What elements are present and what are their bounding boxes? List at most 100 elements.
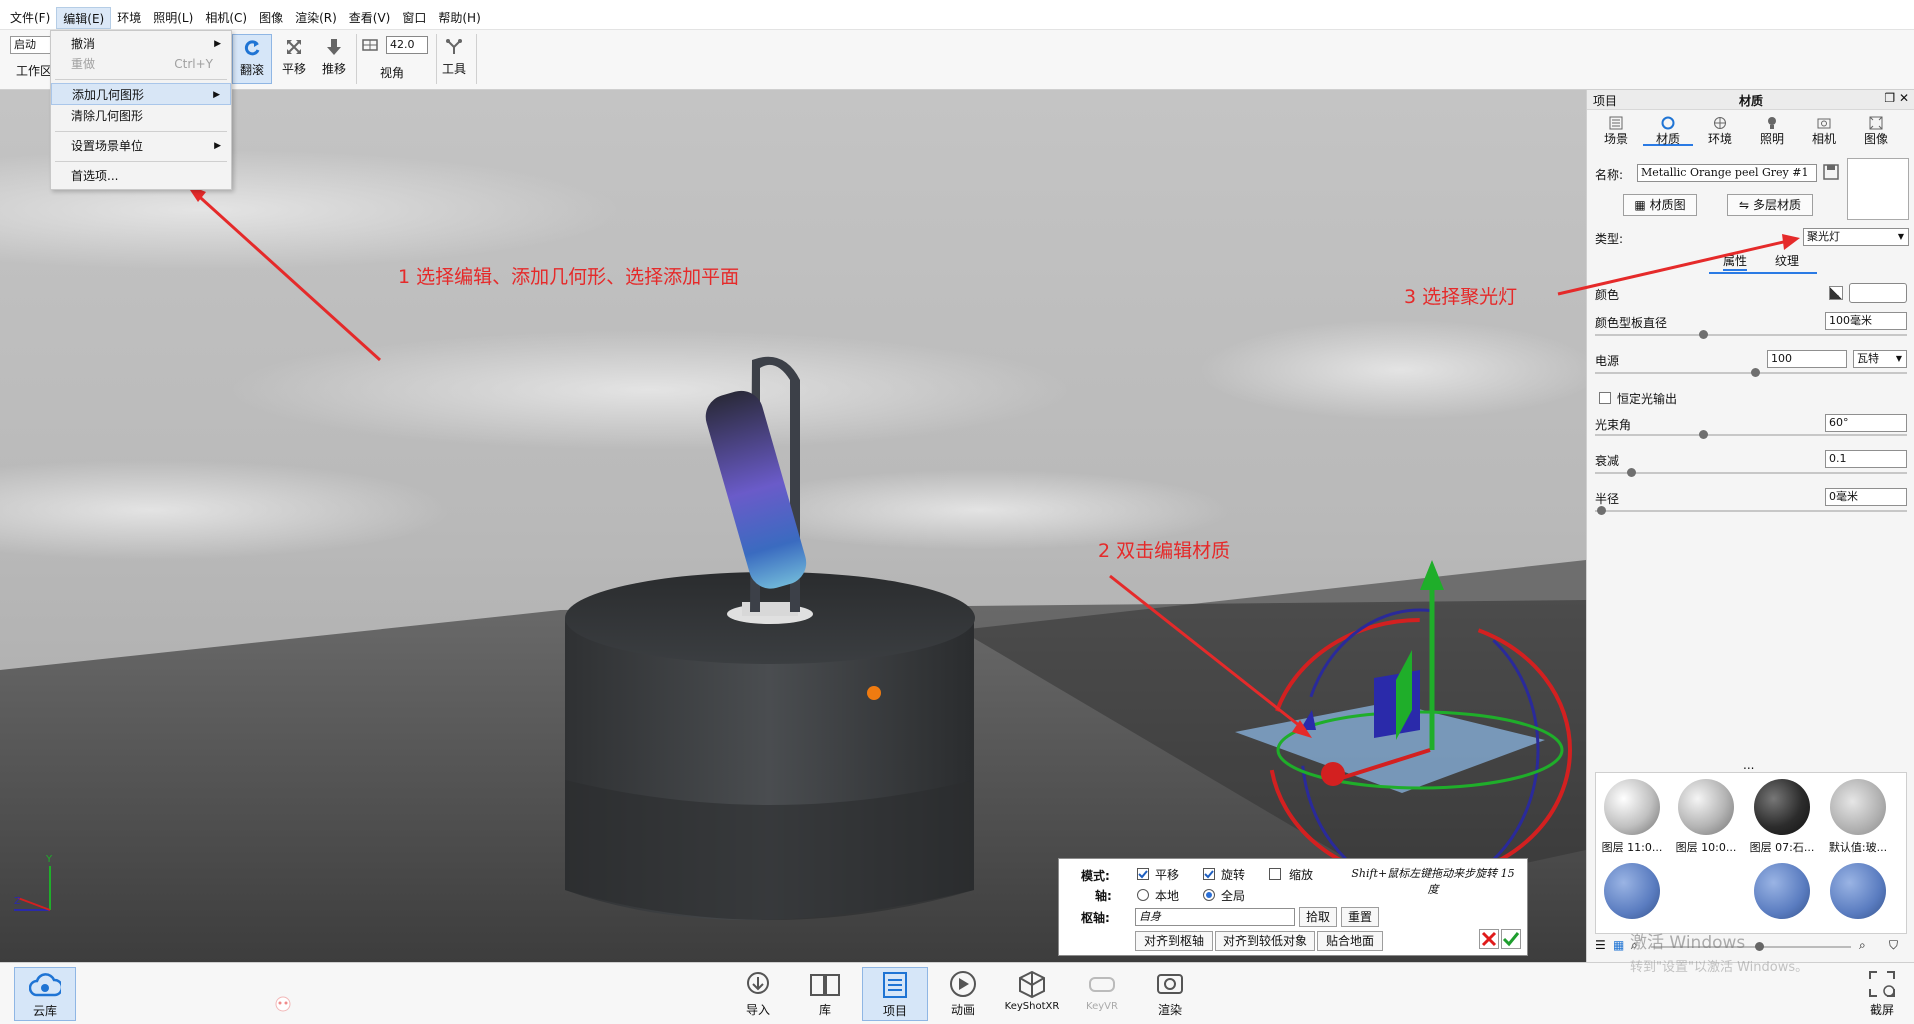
menu-window[interactable]: 窗口 bbox=[396, 7, 432, 29]
animation-button[interactable]: 动画 bbox=[938, 967, 988, 1021]
menu-scene-units[interactable]: 设置场景单位 ▶ bbox=[51, 135, 231, 157]
beam-angle-field[interactable]: 60° bbox=[1825, 414, 1907, 432]
3d-viewport[interactable]: Y Z bbox=[0, 90, 1586, 962]
cancel-button[interactable] bbox=[1479, 929, 1499, 949]
material-thumb[interactable] bbox=[1604, 863, 1660, 919]
power-field[interactable]: 100 bbox=[1767, 350, 1847, 368]
color-swatch[interactable] bbox=[1849, 283, 1907, 303]
rotate-checkbox[interactable] bbox=[1203, 868, 1215, 880]
align-pivot-button[interactable]: 对齐到枢轴 bbox=[1135, 931, 1213, 951]
menu-edit[interactable]: 编辑(E) bbox=[56, 6, 112, 29]
swatch-diameter-knob[interactable] bbox=[1699, 330, 1708, 339]
menu-render[interactable]: 渲染(R) bbox=[289, 7, 343, 29]
beam-angle-knob[interactable] bbox=[1699, 430, 1708, 439]
radius-knob[interactable] bbox=[1597, 506, 1606, 515]
power-knob[interactable] bbox=[1751, 368, 1760, 377]
menu-undo[interactable]: 撤消 ▶ bbox=[51, 33, 231, 55]
more-dots[interactable]: ... bbox=[1743, 758, 1754, 772]
global-radio[interactable] bbox=[1203, 889, 1215, 901]
tab-lighting[interactable]: 照明 bbox=[1747, 112, 1797, 146]
material-thumb[interactable] bbox=[1678, 779, 1734, 835]
menu-view[interactable]: 查看(V) bbox=[343, 7, 397, 29]
menu-image[interactable]: 图像 bbox=[253, 7, 289, 29]
menu-environment[interactable]: 环境 bbox=[111, 7, 147, 29]
grid-view-icon[interactable]: ▦ bbox=[1613, 938, 1624, 952]
tab-environment[interactable]: 环境 bbox=[1695, 112, 1745, 146]
pet-icon bbox=[272, 991, 294, 1013]
fov-input[interactable]: 42.0 bbox=[386, 36, 428, 54]
project-button[interactable]: 项目 bbox=[862, 967, 928, 1021]
cloud-library-button[interactable]: 云库 bbox=[14, 967, 76, 1021]
menubar: 文件(F) 编辑(E) 环境 照明(L) 相机(C) 图像 渲染(R) 查看(V… bbox=[0, 6, 1914, 30]
beam-angle-slider[interactable] bbox=[1595, 434, 1907, 436]
pick-button[interactable]: 拾取 bbox=[1299, 907, 1337, 927]
swatch-diameter-slider[interactable] bbox=[1595, 334, 1907, 336]
falloff-slider[interactable] bbox=[1595, 472, 1907, 474]
dolly-button[interactable]: 推移 bbox=[314, 34, 354, 84]
confirm-button[interactable] bbox=[1501, 929, 1521, 949]
import-button[interactable]: 导入 bbox=[734, 967, 782, 1021]
power-unit-select[interactable]: 瓦特 ▼ bbox=[1853, 350, 1907, 368]
keyvr-button[interactable]: KeyVR bbox=[1082, 967, 1122, 1021]
scale-checkbox[interactable] bbox=[1269, 868, 1281, 880]
undock-icon[interactable]: ❐ bbox=[1884, 91, 1895, 105]
menu-preferences[interactable]: 首选项... bbox=[51, 165, 231, 187]
tab-image[interactable]: 图像 bbox=[1851, 112, 1901, 146]
radius-slider[interactable] bbox=[1595, 510, 1907, 512]
screenshot-button[interactable]: 截屏 bbox=[1860, 967, 1904, 1021]
menu-clear-geometry[interactable]: 清除几何图形 bbox=[51, 105, 231, 127]
tab-camera[interactable]: 相机 bbox=[1799, 112, 1849, 146]
radius-field[interactable]: 0毫米 bbox=[1825, 488, 1907, 506]
menu-scene-units-label: 设置场景单位 bbox=[71, 139, 144, 153]
thumb-size-knob[interactable] bbox=[1755, 942, 1764, 951]
type-select[interactable]: 聚光灯 ▼ bbox=[1803, 228, 1909, 246]
keyshotxr-button[interactable]: KeyShotXR bbox=[1000, 967, 1064, 1021]
render-label: 渲染 bbox=[1157, 1003, 1182, 1017]
menu-add-geometry[interactable]: 添加几何图形 ▶ bbox=[51, 83, 231, 105]
snap-ground-button[interactable]: 贴合地面 bbox=[1317, 931, 1383, 951]
menu-help[interactable]: 帮助(H) bbox=[432, 7, 486, 29]
close-icon[interactable]: ✕ bbox=[1899, 91, 1909, 105]
menu-file[interactable]: 文件(F) bbox=[4, 7, 56, 29]
tumble-button[interactable]: 翻滚 bbox=[232, 34, 272, 84]
material-thumb[interactable] bbox=[1754, 863, 1810, 919]
menu-camera[interactable]: 相机(C) bbox=[199, 7, 253, 29]
material-name-field[interactable]: Metallic Orange peel Grey #1 bbox=[1637, 164, 1817, 182]
menu-preferences-label: 首选项... bbox=[71, 169, 119, 183]
menu-redo[interactable]: 重做 Ctrl+Y bbox=[51, 53, 231, 75]
filter-icon[interactable]: ⛉ bbox=[1889, 938, 1898, 953]
reset-button[interactable]: 重置 bbox=[1341, 907, 1379, 927]
list-view-icon[interactable]: ☰ bbox=[1595, 938, 1606, 952]
windows-watermark-subtitle: 转到"设置"以激活 Windows。 bbox=[1630, 960, 1809, 975]
menu-lighting[interactable]: 照明(L) bbox=[147, 7, 199, 29]
transform-widget: 模式: 平移 旋转 缩放 Shift+鼠标左键拖动来步旋转 15 度 轴: 本地… bbox=[1058, 858, 1528, 956]
material-thumb[interactable] bbox=[1830, 779, 1886, 835]
zoom-in-icon[interactable]: ⌕ bbox=[1859, 938, 1866, 953]
swatch-diameter-field[interactable]: 100毫米 bbox=[1825, 312, 1907, 330]
edit-menu: 撤消 ▶ 重做 Ctrl+Y 添加几何图形 ▶ 清除几何图形 设置场景单位 ▶ … bbox=[50, 30, 232, 190]
annotation-step-3: 3 选择聚光灯 bbox=[1404, 286, 1518, 308]
tab-scene[interactable]: 场景 bbox=[1591, 112, 1641, 146]
pan-button[interactable]: 平移 bbox=[274, 34, 314, 84]
multilayer-button[interactable]: ⇋ 多层材质 bbox=[1727, 194, 1813, 216]
tab-material[interactable]: 材质 bbox=[1643, 112, 1693, 146]
falloff-field[interactable]: 0.1 bbox=[1825, 450, 1907, 468]
save-icon[interactable] bbox=[1823, 164, 1839, 183]
constant-output-checkbox[interactable] bbox=[1599, 392, 1611, 404]
keyshot-app: 文件(F) 编辑(E) 环境 照明(L) 相机(C) 图像 渲染(R) 查看(V… bbox=[0, 0, 1914, 1024]
swatch-diameter-label: 颜色型板直径 bbox=[1595, 316, 1668, 330]
align-lower-button[interactable]: 对齐到较低对象 bbox=[1215, 931, 1315, 951]
material-thumb[interactable] bbox=[1830, 863, 1886, 919]
render-button[interactable]: 渲染 bbox=[1148, 967, 1192, 1021]
library-button[interactable]: 库 bbox=[800, 967, 850, 1021]
texture-toggle-icon[interactable] bbox=[1829, 286, 1843, 300]
pivot-field[interactable]: 自身 bbox=[1135, 908, 1295, 926]
falloff-knob[interactable] bbox=[1627, 468, 1636, 477]
falloff-label: 衰减 bbox=[1595, 454, 1620, 468]
material-thumb[interactable] bbox=[1604, 779, 1660, 835]
material-thumb[interactable] bbox=[1754, 779, 1810, 835]
local-radio[interactable] bbox=[1137, 889, 1149, 901]
tools-button[interactable]: 工具 bbox=[436, 34, 472, 84]
translate-checkbox[interactable] bbox=[1137, 868, 1149, 880]
material-graph-button[interactable]: ▦ 材质图 bbox=[1623, 194, 1697, 216]
